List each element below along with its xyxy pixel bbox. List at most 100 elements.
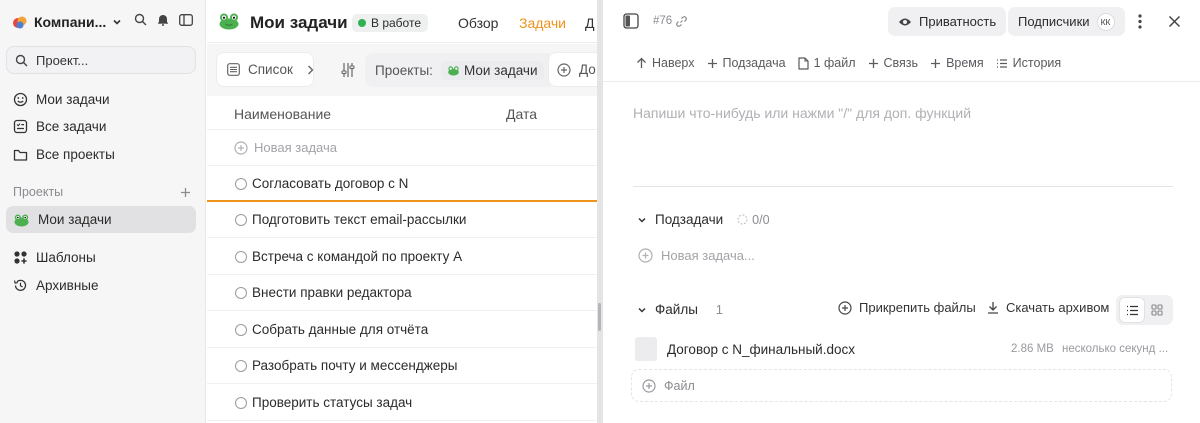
drop-zone-label: Файл <box>664 378 695 393</box>
file-name: Договор с N_финальный.docx <box>667 341 855 357</box>
task-row[interactable]: Встреча с командой по проекту А <box>207 239 597 275</box>
search-icon <box>15 54 28 67</box>
sidebar-item-label: Все проекты <box>36 147 115 162</box>
download-archive-button[interactable]: Скачать архивом <box>987 300 1109 315</box>
sidebar-item-archive[interactable]: Архивные <box>6 272 196 299</box>
subtasks-count: 0/0 <box>752 212 770 227</box>
workspace-name: Компани... <box>34 14 107 30</box>
task-row[interactable]: Проверить статусы задач <box>207 385 597 421</box>
move-up-button[interactable]: Наверх <box>636 56 695 70</box>
search-input[interactable]: Проект... <box>6 46 196 74</box>
task-checkbox[interactable] <box>235 250 247 263</box>
sidebar-item-project-my-tasks[interactable]: Мои задачи <box>6 206 196 233</box>
subscribers-button[interactable]: Подписчики КК <box>1008 7 1125 36</box>
panel-layout-icon[interactable] <box>623 13 639 29</box>
files-view-toggle <box>1116 295 1173 325</box>
add-link-button[interactable]: Связь <box>868 56 918 70</box>
task-checkbox[interactable] <box>235 177 247 190</box>
toolbar-label: История <box>1012 56 1062 70</box>
toolbar-label: Время <box>946 56 984 70</box>
file-item[interactable]: Договор с N_финальный.docx 2.86 MB неско… <box>635 336 1175 362</box>
subtasks-progress: 0/0 <box>737 212 770 227</box>
sidebar-toggle-icon[interactable] <box>179 13 193 26</box>
link-icon <box>676 15 688 27</box>
task-title: Разобрать почту и мессенджеры <box>252 358 458 373</box>
chevron-down-icon <box>112 17 122 27</box>
search-icon[interactable] <box>134 13 147 26</box>
add-circle-icon <box>638 248 653 263</box>
files-button[interactable]: 1 файл <box>797 56 856 70</box>
chevron-down-icon <box>637 305 647 315</box>
add-circle-icon <box>557 62 571 77</box>
status-badge[interactable]: В работе <box>352 14 429 32</box>
new-subtask-input[interactable]: Новая задача... <box>638 248 755 263</box>
task-row[interactable]: Подготовить текст email-рассылки <box>207 202 597 238</box>
frog-icon <box>13 213 30 227</box>
task-title: Собрать данные для отчёта <box>252 322 429 337</box>
task-title: Подготовить текст email-рассылки <box>252 212 467 227</box>
subtasks-section-header[interactable]: Подзадачи 0/0 <box>637 212 770 227</box>
task-row[interactable]: Собрать данные для отчёта <box>207 312 597 348</box>
toolbar-label: Наверх <box>652 56 695 70</box>
task-checkbox[interactable] <box>235 359 247 372</box>
task-row[interactable]: Согласовать договор с N <box>207 166 597 202</box>
add-filter-label: До <box>579 62 596 77</box>
task-checkbox[interactable] <box>235 213 247 226</box>
status-dot <box>358 19 366 27</box>
bell-icon[interactable] <box>157 13 169 26</box>
description-editor[interactable]: Напиши что-нибудь или нажми "/" для доп.… <box>633 105 971 121</box>
history-button[interactable]: История <box>996 56 1061 70</box>
toolbar-label: 1 файл <box>813 56 856 70</box>
project-filter[interactable]: Проекты: Мои задачи <box>365 53 554 87</box>
grid-view-button[interactable] <box>1145 298 1169 322</box>
plus-icon <box>930 58 941 69</box>
sidebar-item-label: Мои задачи <box>36 92 110 107</box>
sidebar-item-templates[interactable]: Шаблоны <box>6 244 196 271</box>
sidebar-item-all-projects[interactable]: Все проекты <box>6 141 196 168</box>
list-view-button[interactable] <box>1120 298 1144 322</box>
detail-header: #76 Приватность Подписчики КК <box>603 0 1200 44</box>
project-tag[interactable]: Мои задачи <box>440 60 544 80</box>
view-label: Список <box>248 62 293 77</box>
file-icon <box>797 56 809 70</box>
task-title: Согласовать договор с N <box>252 176 409 191</box>
tab-more[interactable]: Д <box>585 15 594 31</box>
sidebar-item-all-tasks[interactable]: Все задачи <box>6 113 196 140</box>
sidebar-item-label: Все задачи <box>36 119 107 134</box>
divider <box>603 81 1200 82</box>
tab-overview[interactable]: Обзор <box>458 15 498 31</box>
page-title: Мои задачи <box>250 13 348 32</box>
filter-settings-icon[interactable] <box>340 62 356 78</box>
task-checkbox[interactable] <box>235 323 247 336</box>
task-number[interactable]: #76 <box>653 15 688 27</box>
task-number-label: #76 <box>653 15 673 27</box>
privacy-button[interactable]: Приватность <box>888 7 1007 36</box>
file-time: несколько секунд ... <box>1062 343 1169 355</box>
task-row[interactable]: Внести правки редактора <box>207 275 597 311</box>
add-filter-button[interactable]: До <box>548 52 597 87</box>
task-checkbox[interactable] <box>235 396 247 409</box>
list-view-icon <box>227 63 240 76</box>
add-project-icon[interactable] <box>180 187 191 198</box>
add-subtask-button[interactable]: Подзадача <box>707 56 786 70</box>
new-task-row[interactable]: Новая задача <box>207 130 597 166</box>
chevron-right-icon <box>307 65 314 75</box>
task-row[interactable]: Разобрать почту и мессенджеры <box>207 348 597 384</box>
add-circle-icon <box>838 300 852 315</box>
files-section-header[interactable]: Файлы 1 <box>637 302 723 317</box>
attach-files-button[interactable]: Прикрепить файлы <box>838 300 976 315</box>
column-header-name[interactable]: Наименование <box>234 106 331 122</box>
toolbar-label: Подзадача <box>722 56 786 70</box>
workspace-switcher[interactable]: Компани... <box>12 12 122 32</box>
task-checkbox[interactable] <box>235 286 247 299</box>
more-vertical-icon[interactable] <box>1138 14 1142 29</box>
splitter-handle[interactable] <box>598 303 601 331</box>
sidebar-item-my-tasks[interactable]: Мои задачи <box>6 86 196 113</box>
task-title: Проверить статусы задач <box>252 395 413 410</box>
file-drop-zone[interactable]: Файл <box>631 369 1172 402</box>
close-icon[interactable] <box>1168 15 1181 28</box>
view-switcher-button[interactable]: Список <box>216 52 314 87</box>
tab-tasks[interactable]: Задачи <box>519 15 566 31</box>
add-time-button[interactable]: Время <box>930 56 984 70</box>
column-header-date[interactable]: Дата <box>506 106 537 122</box>
